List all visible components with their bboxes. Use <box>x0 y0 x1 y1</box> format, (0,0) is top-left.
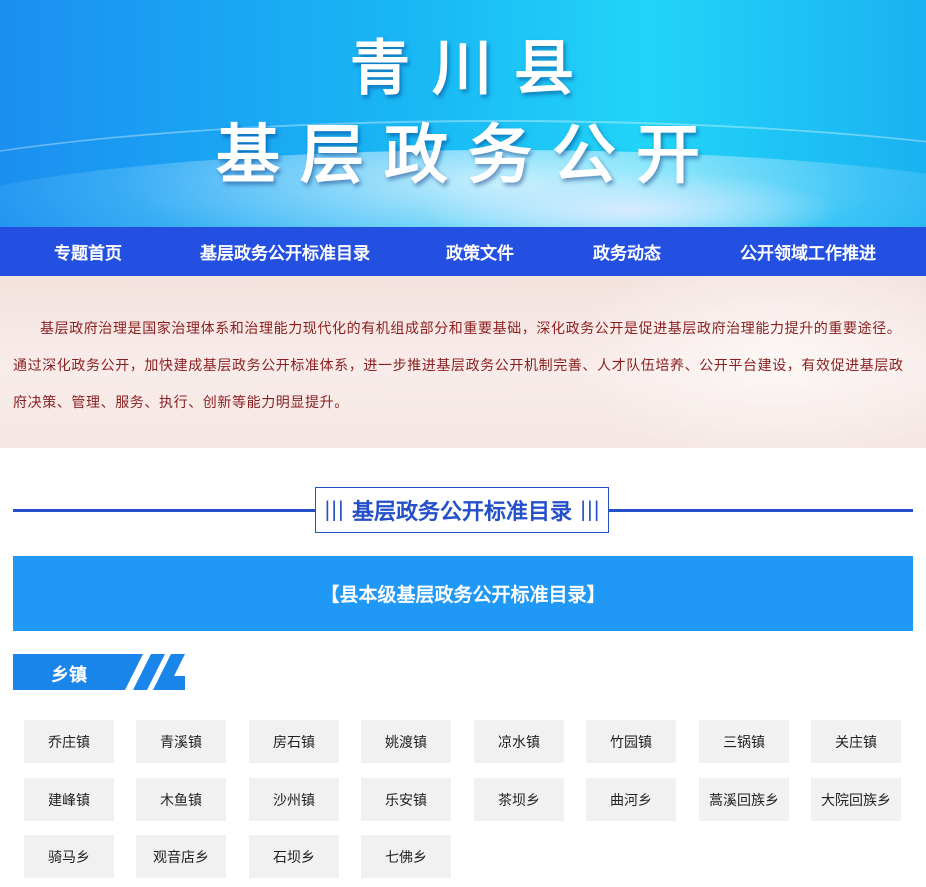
section-heading: ||| 基层政务公开标准目录 ||| <box>0 448 926 556</box>
nav-item-progress[interactable]: 公开领域工作推进 <box>740 239 876 264</box>
section-title-box: ||| 基层政务公开标准目录 ||| <box>315 487 609 533</box>
township-tag-shape <box>13 654 185 690</box>
nav-item-news[interactable]: 政务动态 <box>593 239 661 264</box>
township-item[interactable]: 姚渡镇 <box>361 720 451 763</box>
township-item[interactable]: 房石镇 <box>249 720 339 763</box>
township-tag: 乡镇 <box>0 654 926 690</box>
township-item[interactable]: 茶坝乡 <box>474 778 564 821</box>
township-item[interactable]: 关庄镇 <box>811 720 901 763</box>
township-item[interactable]: 竹园镇 <box>586 720 676 763</box>
main-nav: 专题首页 基层政务公开标准目录 政策文件 政务动态 公开领域工作推进 <box>0 227 926 276</box>
township-item[interactable]: 大院回族乡 <box>811 778 901 821</box>
township-item[interactable]: 建峰镇 <box>24 778 114 821</box>
township-item[interactable]: 石坝乡 <box>249 835 339 878</box>
intro-section: 基层政府治理是国家治理体系和治理能力现代化的有机组成部分和重要基础，深化政务公开… <box>0 276 926 448</box>
township-item[interactable]: 观音店乡 <box>136 835 226 878</box>
intro-text: 基层政府治理是国家治理体系和治理能力现代化的有机组成部分和重要基础，深化政务公开… <box>13 321 904 411</box>
township-item[interactable]: 乔庄镇 <box>24 720 114 763</box>
township-item[interactable]: 曲河乡 <box>586 778 676 821</box>
nav-item-policy[interactable]: 政策文件 <box>446 239 514 264</box>
township-item[interactable]: 青溪镇 <box>136 720 226 763</box>
township-item[interactable]: 乐安镇 <box>361 778 451 821</box>
township-item[interactable]: 骑马乡 <box>24 835 114 878</box>
header-banner: 青川县 基层政务公开 <box>0 0 926 227</box>
nav-item-home[interactable]: 专题首页 <box>54 239 122 264</box>
township-item[interactable]: 凉水镇 <box>474 720 564 763</box>
bars-right-icon: ||| <box>579 497 600 521</box>
township-item[interactable]: 七佛乡 <box>361 835 451 878</box>
township-item[interactable]: 三锅镇 <box>699 720 789 763</box>
bars-left-icon: ||| <box>324 497 345 521</box>
township-item[interactable]: 木鱼镇 <box>136 778 226 821</box>
banner-title-county: 青川县 <box>350 34 596 104</box>
township-tag-label: 乡镇 <box>51 665 87 686</box>
section-title: 基层政务公开标准目录 <box>351 500 572 525</box>
county-catalog-link[interactable]: 【县本级基层政务公开标准目录】 <box>13 556 913 631</box>
township-item[interactable]: 沙州镇 <box>249 778 339 821</box>
nav-item-catalog[interactable]: 基层政务公开标准目录 <box>200 239 370 264</box>
banner-title-main: 基层政务公开 <box>216 119 720 193</box>
township-item[interactable]: 蒿溪回族乡 <box>699 778 789 821</box>
